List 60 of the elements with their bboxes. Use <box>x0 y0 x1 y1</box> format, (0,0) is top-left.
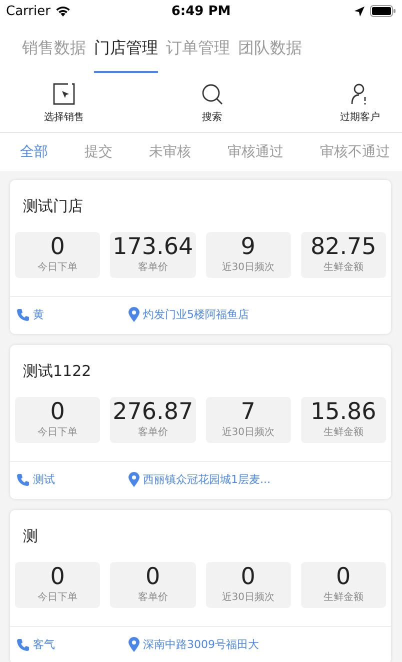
tab[interactable]: 订单管理 <box>166 32 230 73</box>
filter-tab[interactable]: 提交 <box>84 143 112 161</box>
stat-value: 0 <box>50 564 65 590</box>
stat-value: 82.75 <box>310 234 376 260</box>
store-card[interactable]: 测 0 今日下单 0 客单价 0 近30日频次 0 生鲜金额 客气 深南中路3009号福田大 <box>10 510 391 662</box>
filter-tab[interactable]: 审核通过 <box>228 143 284 161</box>
stat-value: 276.87 <box>112 399 194 425</box>
contact-link[interactable]: 测试 <box>33 472 55 487</box>
location-arrow-icon <box>354 6 365 16</box>
stat-value: 0 <box>336 564 351 590</box>
store-name: 测试门店 <box>22 196 84 217</box>
address-link[interactable]: 深南中路3009号福田大 <box>143 637 259 652</box>
stat-label: 生鲜金额 <box>323 426 364 439</box>
stat-label: 生鲜金额 <box>323 590 364 604</box>
store-card[interactable]: 测试门店 0 今日下单 173.64 客单价 9 近30日频次 82.75 生鲜金额 黄 灼发门业5楼阿福鱼店 <box>10 180 391 334</box>
stat-label: 生鲜金额 <box>323 260 364 274</box>
stat-label: 近30日频次 <box>222 426 274 439</box>
filter-tab[interactable]: 审核不通过 <box>320 143 390 161</box>
store-name: 测 <box>22 526 39 547</box>
location-pin-icon <box>128 307 140 322</box>
contact-link[interactable]: 客气 <box>33 637 55 652</box>
phone-icon <box>16 472 30 486</box>
cursor-box-icon <box>53 83 75 105</box>
stat-value: 15.86 <box>310 399 376 425</box>
carrier-label: Carrier <box>6 4 50 18</box>
action-button[interactable]: 搜索 <box>201 83 223 124</box>
stat-label: 客单价 <box>138 260 168 274</box>
stat-label: 客单价 <box>138 590 168 604</box>
stat-value: 173.64 <box>112 234 194 260</box>
stat-value: 0 <box>146 564 160 590</box>
action-button[interactable]: 过期客户 <box>340 83 380 124</box>
tab[interactable]: 团队数据 <box>238 32 302 73</box>
address-link[interactable]: 西丽镇众冠花园城1层麦... <box>143 472 270 487</box>
location-pin-icon <box>128 472 140 487</box>
phone-icon <box>16 638 30 652</box>
battery-icon <box>370 5 396 17</box>
stat-label: 近30日频次 <box>222 260 274 274</box>
stat-label: 今日下单 <box>38 260 78 274</box>
search-icon <box>201 83 223 105</box>
stat-value: 0 <box>50 234 65 260</box>
action-button[interactable]: 选择销售 <box>44 83 84 124</box>
stat-value: 0 <box>50 399 65 425</box>
filter-tab[interactable]: 未审核 <box>149 143 191 161</box>
stat-value: 0 <box>240 564 256 590</box>
contact-link[interactable]: 黄 <box>33 307 44 322</box>
address-link[interactable]: 灼发门业5楼阿福鱼店 <box>143 307 249 322</box>
store-name: 测试1122 <box>22 361 92 382</box>
filter-tab[interactable]: 全部 <box>20 143 48 161</box>
stat-label: 今日下单 <box>38 426 78 439</box>
stat-label: 客单价 <box>138 426 168 439</box>
stat-value: 7 <box>240 399 256 425</box>
stat-value: 9 <box>240 234 256 260</box>
store-card[interactable]: 测试1122 0 今日下单 276.87 客单价 7 近30日频次 15.86 生鲜金额 测试 西丽镇众冠花园城1层麦... <box>10 345 391 499</box>
wifi-icon <box>55 5 72 17</box>
stat-label: 近30日频次 <box>222 590 274 604</box>
status-time: 6:49 PM <box>171 4 231 18</box>
stat-label: 今日下单 <box>38 590 78 604</box>
phone-icon <box>16 308 30 322</box>
tab[interactable]: 销售数据 <box>22 32 86 73</box>
location-pin-icon <box>128 637 140 652</box>
